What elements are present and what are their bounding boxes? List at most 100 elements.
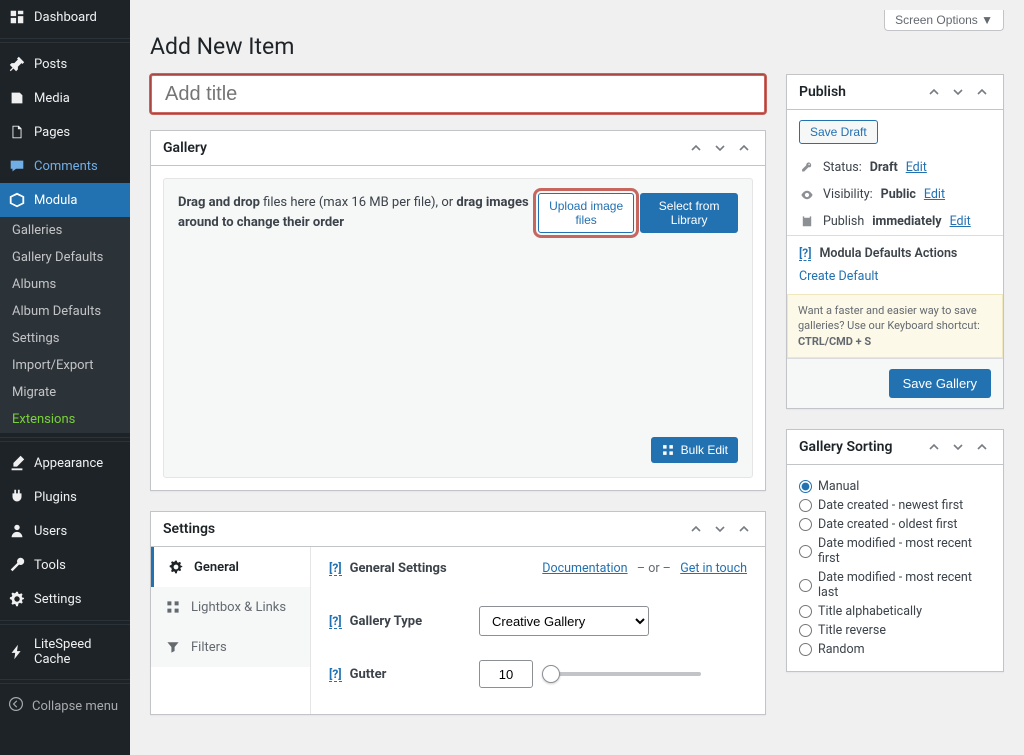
contact-link[interactable]: Get in touch: [680, 561, 747, 576]
gear-icon: [168, 559, 184, 575]
admin-sidebar: Dashboard Posts Media Pages Comments Mod…: [0, 0, 130, 755]
sort-date-newest[interactable]: Date created - newest first: [799, 496, 991, 515]
tab-label: Filters: [191, 640, 227, 655]
gear-icon: [8, 590, 26, 608]
menu-users[interactable]: Users: [0, 514, 130, 548]
edit-visibility-link[interactable]: Edit: [924, 187, 945, 202]
tab-label: General: [194, 560, 239, 575]
defaults-block: [?] Modula Defaults Actions Create Defau…: [787, 235, 1003, 294]
tab-general[interactable]: General: [151, 547, 310, 587]
menu-appearance[interactable]: Appearance: [0, 446, 130, 480]
collapse-menu[interactable]: Collapse menu: [0, 688, 130, 724]
eye-icon: [799, 188, 815, 202]
sort-date-oldest[interactable]: Date created - oldest first: [799, 515, 991, 534]
sort-manual[interactable]: Manual: [799, 477, 991, 496]
sorting-title: Gallery Sorting: [799, 439, 892, 455]
submenu-extensions[interactable]: Extensions: [0, 406, 130, 433]
menu-litespeed[interactable]: LiteSpeed Cache: [0, 629, 130, 675]
menu-media[interactable]: Media: [0, 81, 130, 115]
menu-posts[interactable]: Posts: [0, 47, 130, 81]
menu-label: Comments: [34, 159, 98, 174]
help-icon[interactable]: [?]: [329, 561, 342, 576]
save-draft-button[interactable]: Save Draft: [799, 120, 878, 144]
sort-title-alpha[interactable]: Title alphabetically: [799, 602, 991, 621]
submenu-settings[interactable]: Settings: [0, 325, 130, 352]
sort-modified-recent-last[interactable]: Date modified - most recent last: [799, 568, 991, 602]
edit-schedule-link[interactable]: Edit: [950, 214, 971, 229]
menu-label: Posts: [34, 57, 67, 72]
gallery-header: Gallery: [151, 131, 765, 166]
gutter-slider[interactable]: [551, 672, 701, 676]
menu-label: Pages: [34, 125, 70, 140]
gutter-input[interactable]: [479, 660, 533, 688]
tab-lightbox[interactable]: Lightbox & Links: [151, 587, 310, 627]
menu-plugins[interactable]: Plugins: [0, 480, 130, 514]
help-icon[interactable]: [?]: [329, 614, 342, 629]
upload-image-files-button[interactable]: Upload image files: [538, 193, 634, 233]
sorting-header: Gallery Sorting: [787, 430, 1003, 465]
title-input[interactable]: [150, 74, 766, 114]
move-down-icon[interactable]: [711, 520, 729, 538]
pin-icon: [8, 55, 26, 73]
key-icon: [799, 161, 815, 175]
submenu-albums[interactable]: Albums: [0, 271, 130, 298]
defaults-title-text: Modula Defaults Actions: [819, 246, 957, 261]
sort-title-reverse[interactable]: Title reverse: [799, 621, 991, 640]
move-up-icon[interactable]: [687, 139, 705, 157]
submenu-gallery-defaults[interactable]: Gallery Defaults: [0, 244, 130, 271]
visibility-row: Visibility: Public Edit: [787, 181, 1003, 208]
shortcut-tip: Want a faster and easier way to save gal…: [787, 294, 1003, 358]
move-up-icon[interactable]: [925, 83, 943, 101]
sort-random[interactable]: Random: [799, 640, 991, 659]
submenu-migrate[interactable]: Migrate: [0, 379, 130, 406]
screen-options-button[interactable]: Screen Options ▼: [884, 10, 1004, 31]
plug-icon: [8, 488, 26, 506]
move-down-icon[interactable]: [949, 438, 967, 456]
submenu-album-defaults[interactable]: Album Defaults: [0, 298, 130, 325]
tab-filters[interactable]: Filters: [151, 627, 310, 667]
menu-settings[interactable]: Settings: [0, 582, 130, 616]
help-icon[interactable]: [?]: [799, 246, 811, 261]
menu-label: LiteSpeed Cache: [34, 637, 122, 667]
toggle-icon[interactable]: [973, 438, 991, 456]
menu-label: Settings: [34, 592, 81, 607]
page-title: Add New Item: [150, 33, 1004, 60]
menu-dashboard[interactable]: Dashboard: [0, 0, 130, 34]
menu-separator: [0, 620, 130, 625]
toggle-icon[interactable]: [735, 520, 753, 538]
media-icon: [8, 89, 26, 107]
docs-link[interactable]: Documentation: [542, 561, 627, 576]
move-up-icon[interactable]: [925, 438, 943, 456]
modula-icon: [8, 191, 26, 209]
bulk-edit-button[interactable]: Bulk Edit: [651, 437, 738, 463]
help-icon[interactable]: [?]: [329, 667, 342, 682]
setting-label-text: Gutter: [350, 667, 387, 682]
upload-area[interactable]: Drag and drop files here (max 16 MB per …: [163, 178, 753, 478]
move-up-icon[interactable]: [687, 520, 705, 538]
grid-icon: [661, 443, 675, 457]
submenu-import-export[interactable]: Import/Export: [0, 352, 130, 379]
menu-modula[interactable]: Modula: [0, 183, 130, 217]
select-from-library-button[interactable]: Select from Library: [640, 193, 738, 233]
gallery-type-select[interactable]: Creative Gallery: [479, 606, 649, 636]
status-row: Status: Draft Edit: [787, 154, 1003, 181]
toggle-icon[interactable]: [735, 139, 753, 157]
wrench-icon: [8, 556, 26, 574]
move-down-icon[interactable]: [711, 139, 729, 157]
menu-label: Media: [34, 91, 70, 106]
publish-header: Publish: [787, 75, 1003, 110]
settings-postbox: Settings General: [150, 511, 766, 715]
move-down-icon[interactable]: [949, 83, 967, 101]
sort-modified-recent-first[interactable]: Date modified - most recent first: [799, 534, 991, 568]
menu-comments[interactable]: Comments: [0, 149, 130, 183]
menu-tools[interactable]: Tools: [0, 548, 130, 582]
edit-status-link[interactable]: Edit: [906, 160, 927, 175]
menu-label: Appearance: [34, 456, 103, 471]
submenu-galleries[interactable]: Galleries: [0, 217, 130, 244]
filter-icon: [165, 639, 181, 655]
create-default-link[interactable]: Create Default: [799, 269, 879, 284]
gallery-title: Gallery: [163, 140, 207, 156]
menu-pages[interactable]: Pages: [0, 115, 130, 149]
save-gallery-button[interactable]: Save Gallery: [889, 369, 991, 398]
toggle-icon[interactable]: [973, 83, 991, 101]
